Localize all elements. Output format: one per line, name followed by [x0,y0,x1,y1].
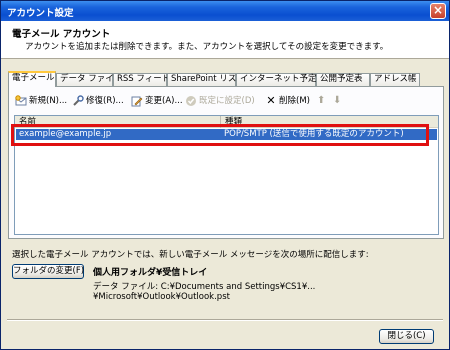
move-down-icon[interactable]: ⬇ [333,93,341,109]
new-button-label: 新規(N)... [29,96,68,106]
header-subtitle: アカウントを追加または削除できます。また、アカウントを選択してその設定を変更でき… [25,42,389,52]
close-window-icon[interactable]: × [430,3,446,19]
tab-sharepoint-lists[interactable]: SharePoint リスト [167,73,245,86]
set-default-button[interactable]: 既定に設定(D) [185,93,255,109]
tab-internet-calendars[interactable]: インターネット予定表 [236,73,325,86]
divider [7,319,443,321]
header-title: 電子メール アカウント [12,29,111,40]
change-button[interactable]: 変更(A)... [131,93,183,109]
tab-data-files[interactable]: データ ファイル [56,73,122,86]
data-file-path: データ ファイル: C:¥Documents and Settings¥CS1¥… [93,282,316,302]
tab-rss-feeds[interactable]: RSS フィード [113,73,170,86]
check-circle-icon [186,95,196,106]
delete-button[interactable]: ✕ 削除(M) [265,93,310,109]
header-panel: 電子メール アカウント アカウントを追加または削除できます。また、アカウントを選… [1,21,449,59]
delivery-folder: 個人用フォルダ¥受信トレイ [93,268,208,278]
repair-button[interactable]: 修復(R)... [72,93,124,109]
tab-email[interactable]: 電子メール [8,71,56,87]
change-folder-button[interactable]: フォルダの変更(F) [12,264,84,279]
close-button[interactable]: 閉じる(C) [379,329,434,344]
delete-button-label: 削除(M) [279,96,310,106]
tab-address-books[interactable]: アドレス帳 [370,73,420,86]
email-tab-panel: 新規(N)... 修復(R)... 変更(A)... 既定に設定(D) ✕ 削除(… [8,86,444,239]
delete-x-icon: ✕ [266,93,276,107]
account-settings-dialog: アカウント設定 × 電子メール アカウント アカウントを追加または削除できます。… [0,0,450,350]
change-button-label: 変更(A)... [145,96,183,106]
new-button[interactable]: 新規(N)... [15,93,67,109]
repair-button-label: 修復(R)... [86,96,124,106]
set-default-button-label: 既定に設定(D) [199,96,255,106]
change-icon [131,96,143,106]
tab-published-calendars[interactable]: 公開予定表 [316,73,370,86]
delivery-description: 選択した電子メール アカウントでは、新しい電子メール メッセージを次の場所に配信… [12,250,369,260]
new-mail-icon [15,94,27,105]
window-title: アカウント設定 [7,8,74,19]
repair-icon [73,94,84,106]
title-bar[interactable]: アカウント設定 × [1,1,449,21]
move-up-icon[interactable]: ⬆ [317,93,325,109]
selection-highlight-box [11,124,429,146]
